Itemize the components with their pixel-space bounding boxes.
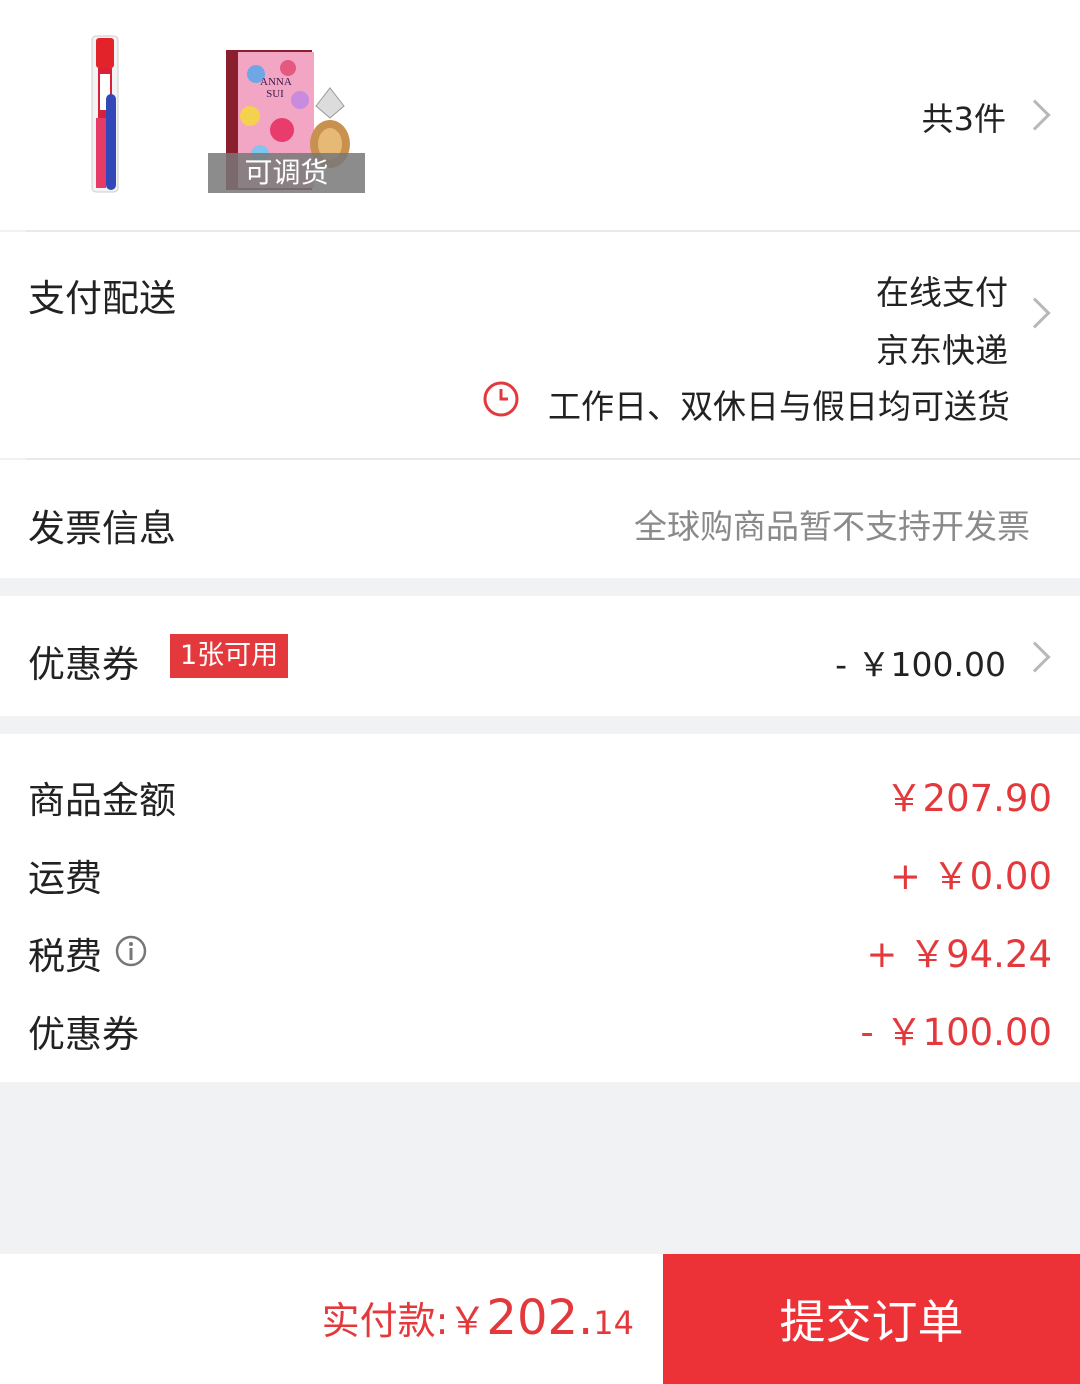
transfer-overlay-label: 可调货 (244, 156, 329, 189)
product-perfume[interactable]: ANNA SUI 可调货 (208, 46, 365, 193)
total-label: 实付款: (321, 1299, 449, 1343)
shipping-value: + ￥0.00 (889, 855, 1052, 898)
invoice-row: 发票信息 全球购商品暂不支持开发票 (0, 460, 1080, 578)
total-decimal: 14 (593, 1304, 634, 1342)
coupon-available-badge: 1张可用 (170, 634, 289, 678)
invoice-value: 全球购商品暂不支持开发票 (634, 507, 1030, 546)
info-icon[interactable] (114, 934, 148, 968)
courier-name: 京东快递 (876, 331, 1008, 370)
payment-delivery-label: 支付配送 (28, 277, 176, 320)
coupon-label: 优惠券 (28, 643, 139, 686)
goods-amount-label: 商品金额 (28, 779, 176, 822)
coupon-row[interactable]: 优惠券 1张可用 - ￥100.00 (0, 596, 1080, 716)
tax-value: + ￥94.24 (866, 933, 1052, 976)
chevron-right-icon (1019, 297, 1051, 329)
total-currency: ￥ (448, 1299, 487, 1343)
payment-delivery-row[interactable]: 支付配送 在线支付 京东快递 工作日、双休日与假日均可送货 (0, 232, 1080, 458)
invoice-label: 发票信息 (28, 507, 176, 550)
price-summary: 商品金额 ￥207.90 运费 + ￥0.00 税费 + ￥94.24 优惠券 … (0, 734, 1080, 1082)
product-strip[interactable]: ANNA SUI 可调货 共3件 (0, 0, 1080, 230)
product-toothbrush-image (91, 35, 119, 193)
total-payable: 实付款:￥202.14 (322, 1290, 634, 1346)
delivery-note: 工作日、双休日与假日均可送货 (548, 387, 1010, 426)
coupon-summary-label: 优惠券 (28, 1013, 139, 1056)
payment-method: 在线支付 (876, 273, 1008, 312)
total-integer: 202. (486, 1290, 594, 1346)
submit-order-button[interactable]: 提交订单 (663, 1254, 1080, 1384)
item-count: 共3件 (921, 100, 1006, 138)
clock-icon (483, 381, 519, 417)
coupon-value: - ￥100.00 (835, 645, 1006, 684)
perfume-brand-text: ANNA SUI (260, 76, 292, 100)
goods-amount-value: ￥207.90 (885, 777, 1052, 820)
checkout-bar: 实付款:￥202.14 提交订单 (0, 1254, 1080, 1384)
chevron-right-icon (1019, 99, 1051, 131)
transfer-overlay: 可调货 (208, 153, 365, 193)
coupon-summary-value: - ￥100.00 (860, 1011, 1052, 1054)
tax-label: 税费 (28, 935, 102, 978)
chevron-right-icon (1019, 641, 1051, 673)
shipping-label: 运费 (28, 857, 102, 900)
